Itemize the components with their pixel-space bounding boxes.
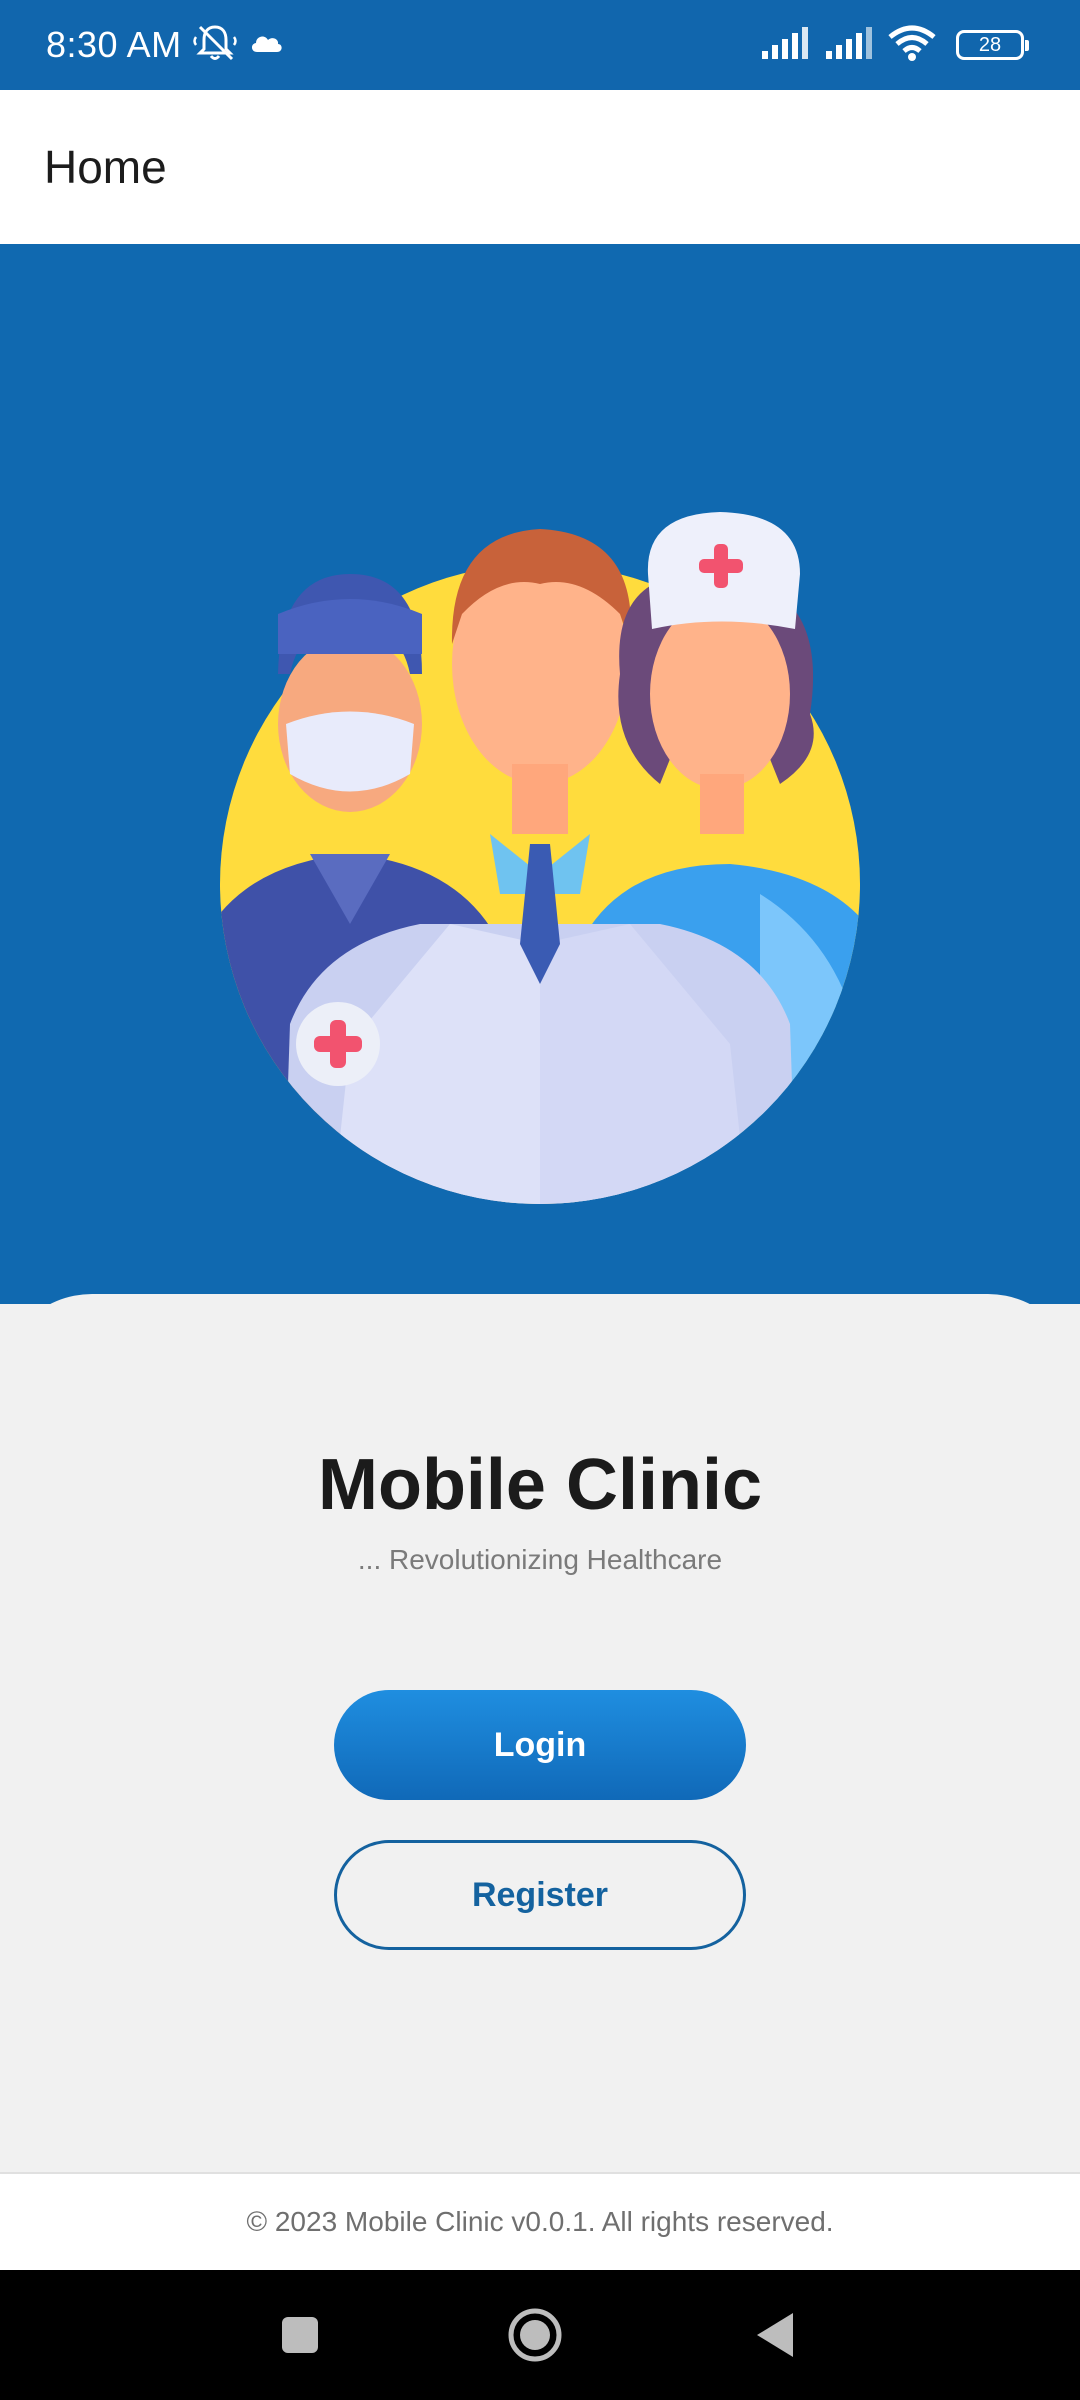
status-left: 8:30 AM (46, 23, 284, 68)
signal-icon (824, 26, 874, 64)
signal-icon (760, 26, 810, 64)
status-time: 8:30 AM (46, 24, 182, 65)
app-name: Mobile Clinic (317, 1445, 763, 1525)
battery-icon: 28 (956, 30, 1029, 60)
page-title: Home (44, 141, 167, 193)
footer: © 2023 Mobile Clinic v0.0.1. All rights … (0, 2172, 1080, 2270)
medical-staff-illustration (220, 512, 860, 1204)
wifi-icon (888, 25, 936, 66)
app-bar: Home (0, 90, 1080, 244)
status-right: 28 (760, 25, 1029, 66)
hero-banner (0, 244, 1080, 1304)
cloud-icon (248, 30, 284, 61)
tagline: ... Revolutionizing Healthcare (357, 1544, 723, 1575)
home-icon[interactable] (500, 2300, 570, 2370)
copyright-text: © 2023 Mobile Clinic v0.0.1. All rights … (246, 2206, 834, 2237)
recents-icon[interactable] (265, 2300, 335, 2370)
status-bar: 8:30 AM 28 (0, 0, 1080, 90)
system-nav-bar (0, 2270, 1080, 2400)
login-button[interactable]: Login (334, 1690, 746, 1800)
welcome-card: Mobile Clinic ... Revolutionizing Health… (0, 1294, 1080, 2172)
register-button[interactable]: Register (334, 1840, 746, 1950)
back-icon[interactable] (740, 2300, 810, 2370)
mute-bell-icon (192, 23, 238, 68)
